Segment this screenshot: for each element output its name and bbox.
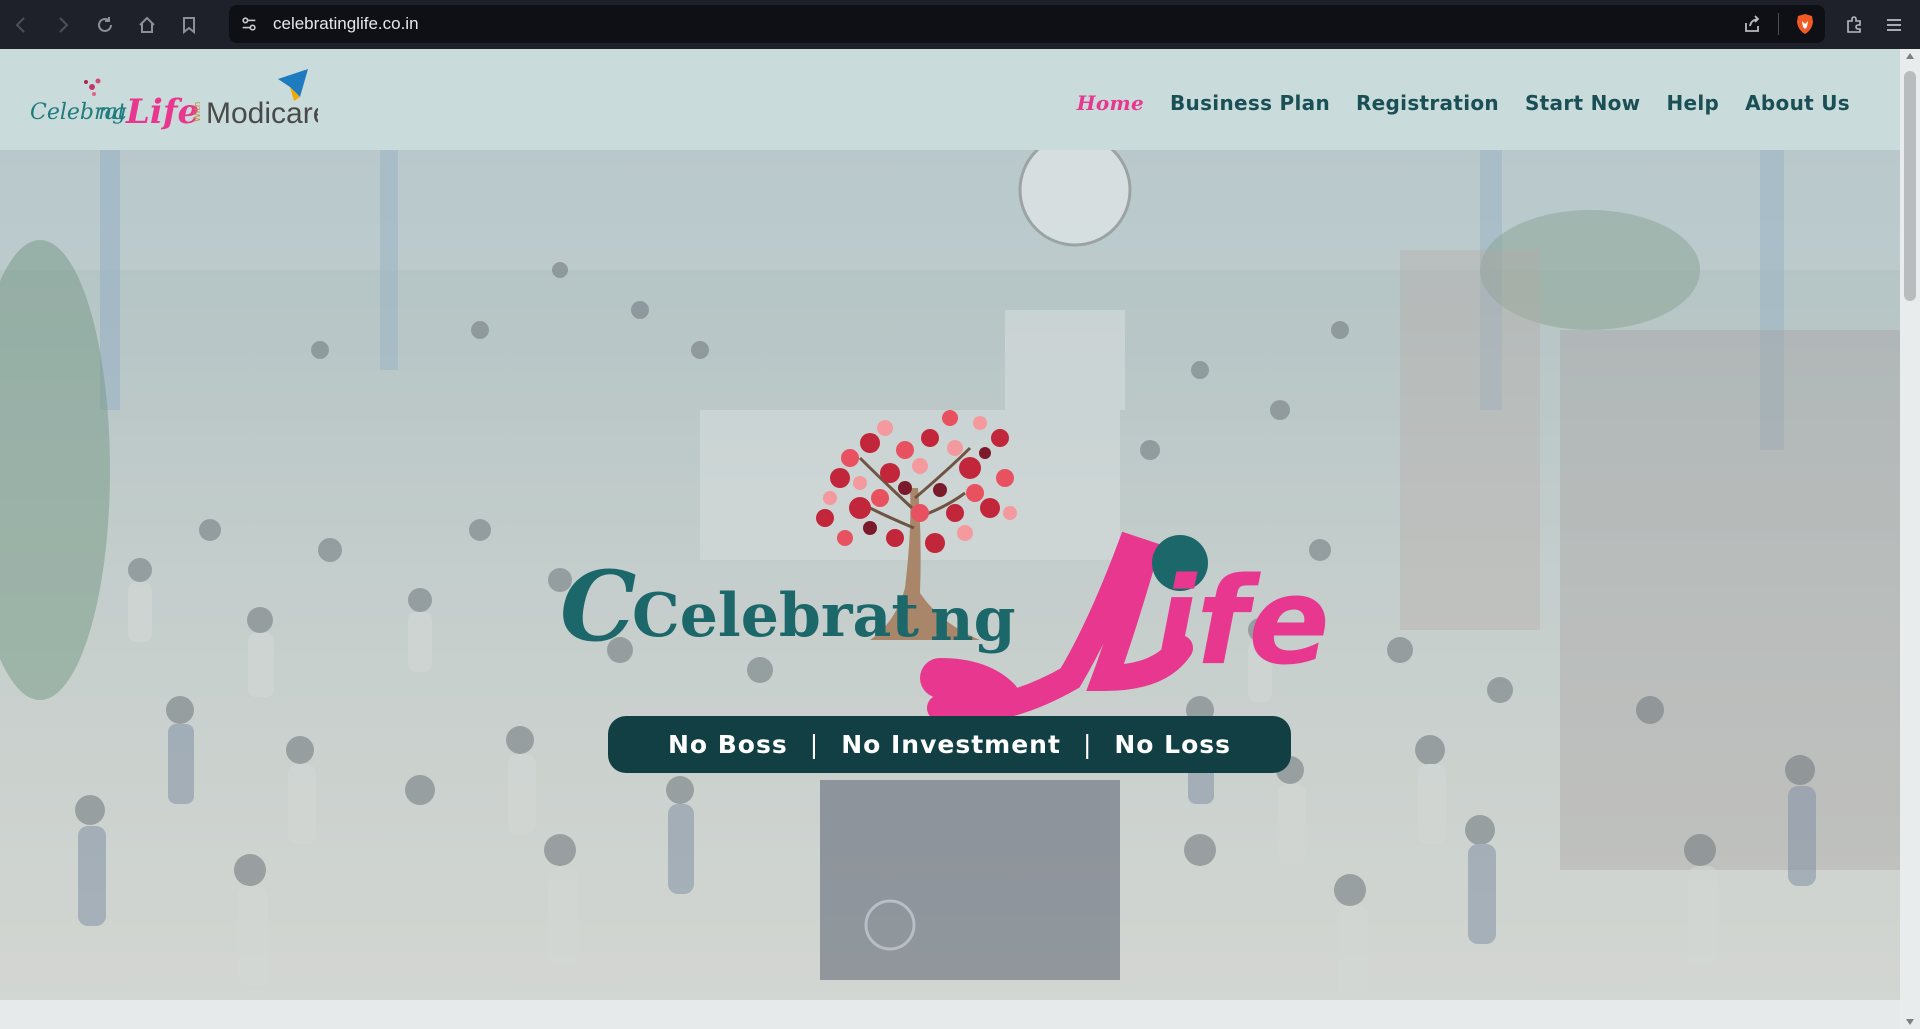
reload-icon	[98, 16, 112, 32]
svg-text:Modicare: Modicare	[206, 97, 318, 130]
share-icon[interactable]	[1732, 14, 1772, 34]
scrollbar-thumb[interactable]	[1904, 71, 1916, 301]
nav-home[interactable]: Home	[1077, 91, 1144, 115]
arrow-left-icon	[15, 16, 25, 33]
divider	[1778, 13, 1779, 35]
page-viewport: Celebrat ng Life With Modicare Home Busi…	[0, 49, 1900, 1029]
svg-text:ng: ng	[98, 100, 126, 125]
bookmark-button[interactable]	[168, 0, 210, 49]
forward-button[interactable]	[42, 0, 84, 49]
scroll-down-icon[interactable]	[1906, 1019, 1914, 1025]
site-header: Celebrat ng Life With Modicare Home Busi…	[0, 49, 1900, 150]
tagline-banner: No Boss | No Investment | No Loss	[608, 716, 1291, 773]
hero-logo-c: C	[560, 550, 636, 663]
tagline-separator: |	[809, 730, 820, 759]
tagline-no-loss: No Loss	[1114, 730, 1232, 759]
address-bar[interactable]: celebratinglife.co.in	[229, 5, 1825, 43]
site-logo[interactable]: Celebrat ng Life With Modicare	[28, 67, 318, 137]
next-section-edge	[0, 1000, 1900, 1029]
nav-about-us[interactable]: About Us	[1745, 91, 1850, 115]
home-icon	[139, 16, 155, 33]
bookmark-icon	[183, 16, 195, 34]
svg-text:With: With	[193, 102, 203, 122]
arrow-right-icon	[59, 16, 69, 33]
nav-business-plan[interactable]: Business Plan	[1170, 91, 1330, 115]
home-button[interactable]	[126, 0, 168, 49]
svg-text:Life: Life	[125, 92, 199, 132]
hero-logo-celebrat: Celebrat	[632, 581, 919, 651]
url-text[interactable]: celebratinglife.co.in	[273, 14, 419, 34]
tagline-no-investment: No Investment	[841, 730, 1061, 759]
hero-logo-ife: ife	[1155, 553, 1330, 692]
tagline-no-boss: No Boss	[667, 730, 788, 759]
hero-brand-logo: C Celebrat ng ife	[560, 410, 1330, 718]
extensions-icon[interactable]	[1834, 0, 1874, 49]
reload-button[interactable]	[84, 0, 126, 49]
hero-logo-ng: ng	[930, 585, 1016, 655]
scroll-up-icon[interactable]	[1906, 53, 1914, 59]
back-button[interactable]	[0, 0, 42, 49]
page-scrollbar[interactable]	[1900, 49, 1920, 1029]
hamburger-menu-icon[interactable]	[1874, 0, 1914, 49]
brave-shields-icon[interactable]	[1785, 13, 1825, 35]
site-settings-icon[interactable]	[229, 15, 269, 33]
hero-section: C Celebrat ng ife No Boss | No Investmen…	[0, 150, 1900, 1000]
nav-registration[interactable]: Registration	[1356, 91, 1499, 115]
nav-help[interactable]: Help	[1666, 91, 1719, 115]
tagline-separator: |	[1082, 730, 1093, 759]
browser-toolbar: celebratinglife.co.in	[0, 0, 1920, 49]
nav-start-now[interactable]: Start Now	[1525, 91, 1641, 115]
main-nav: Home Business Plan Registration Start No…	[1077, 91, 1850, 115]
